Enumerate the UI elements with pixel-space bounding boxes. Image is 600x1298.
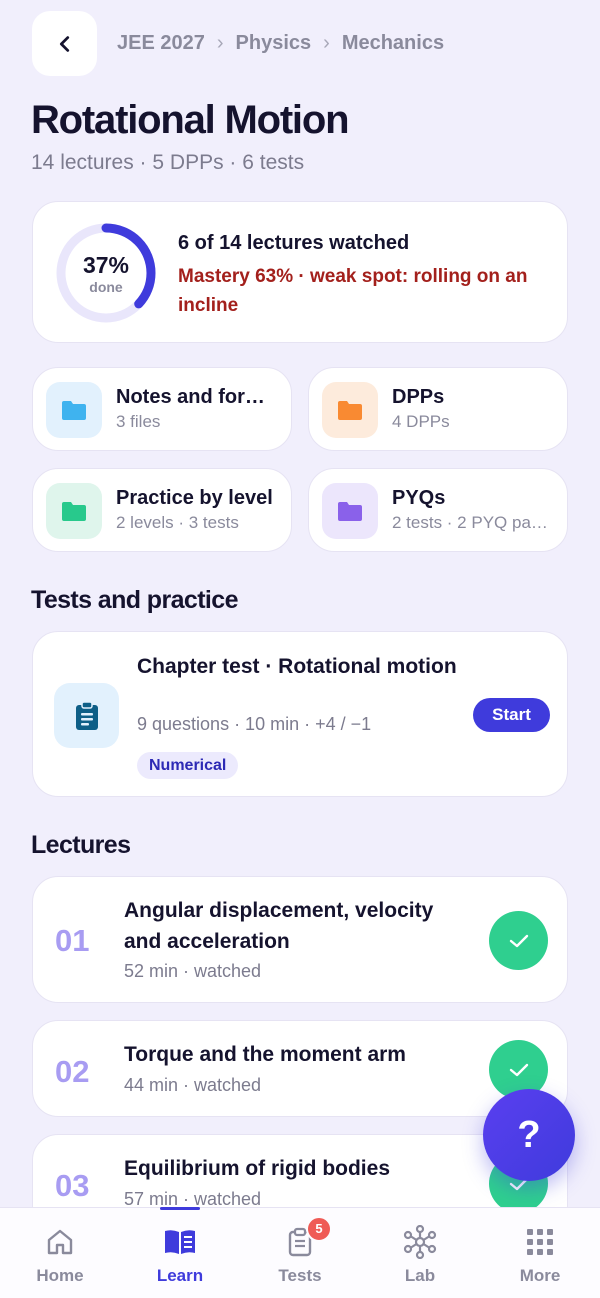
lecture-title: Torque and the moment arm xyxy=(124,1043,406,1066)
test-tag: Numerical xyxy=(137,752,239,779)
tests-section-heading: Tests and practice xyxy=(31,586,238,614)
resource-name: PYQs xyxy=(392,487,446,509)
lectures-section-heading: Lectures xyxy=(31,831,131,859)
nav-lab[interactable]: Lab xyxy=(360,1208,480,1298)
progress-done-label: done xyxy=(89,279,123,295)
book-icon xyxy=(162,1224,198,1260)
nav-tests[interactable]: 5 Tests xyxy=(240,1208,360,1298)
lecture-number: 01 xyxy=(55,923,90,958)
back-button[interactable] xyxy=(32,11,97,76)
test-meta: 9 questions · 10 min · +4 / −1 xyxy=(137,714,372,734)
resource-tile-practice[interactable]: Practice by level 2 levels · 3 tests xyxy=(32,468,292,552)
check-icon xyxy=(489,911,548,970)
resource-sub: 2 levels · 3 tests xyxy=(116,513,239,532)
breadcrumb: JEE 2027 › Physics › Mechanics xyxy=(117,30,444,56)
breadcrumb-unit[interactable]: Mechanics xyxy=(342,32,444,55)
grid-icon xyxy=(522,1224,558,1260)
progress-card: 37% done 6 of 14 lectures watched Master… xyxy=(32,201,568,343)
folder-icon xyxy=(322,382,378,438)
resource-tile-dpps[interactable]: DPPs 4 DPPs xyxy=(308,367,568,451)
folder-icon xyxy=(46,382,102,438)
clipboard-icon xyxy=(54,683,119,748)
nav-more[interactable]: More xyxy=(480,1208,600,1298)
help-fab-button[interactable]: ? xyxy=(483,1089,575,1181)
nav-home[interactable]: Home xyxy=(0,1208,120,1298)
progress-percent: 37% xyxy=(82,252,130,278)
resource-sub: 4 DPPs xyxy=(392,412,450,431)
chevron-right-icon: › xyxy=(323,31,330,54)
nav-label: Home xyxy=(36,1266,84,1285)
molecule-icon xyxy=(402,1224,438,1260)
nav-label: Lab xyxy=(404,1266,436,1285)
start-test-button[interactable]: Start xyxy=(473,698,550,732)
resource-tile-pyqs[interactable]: PYQs 2 tests · 2 PYQ papers xyxy=(308,468,568,552)
lecture-item[interactable]: 02 Torque and the moment arm 44 min · wa… xyxy=(32,1020,568,1117)
nav-learn[interactable]: Learn xyxy=(120,1207,240,1298)
lecture-number: 03 xyxy=(55,1168,90,1203)
lecture-meta: 44 min · watched xyxy=(124,1075,262,1095)
nav-label: Tests xyxy=(278,1266,322,1285)
lecture-meta: 57 min · watched xyxy=(124,1189,262,1207)
lectures-watched-text: 6 of 14 lectures watched xyxy=(178,232,410,254)
folder-icon xyxy=(46,483,102,539)
breadcrumb-exam[interactable]: JEE 2027 xyxy=(117,32,205,55)
resource-name: DPPs xyxy=(392,386,445,408)
lecture-meta: 52 min · watched xyxy=(124,961,262,981)
resource-name: Practice by level xyxy=(116,487,273,509)
lecture-item[interactable]: 01 Angular displacement, velocity and ac… xyxy=(32,876,568,1003)
chevron-left-icon xyxy=(59,35,69,52)
resource-sub: 2 tests · 2 PYQ papers xyxy=(392,513,557,532)
nav-label: Learn xyxy=(156,1266,204,1285)
tests-badge: 5 xyxy=(306,1216,332,1242)
resource-name: Notes and formula sheets xyxy=(116,386,281,408)
chevron-right-icon: › xyxy=(216,31,224,54)
nav-label: More xyxy=(519,1266,561,1285)
question-mark-icon: ? xyxy=(517,1113,541,1156)
mastery-text: Mastery 63% · weak spot: rolling on an i… xyxy=(178,266,528,316)
resource-tile-notes[interactable]: Notes and formula sheets 3 files xyxy=(32,367,292,451)
breadcrumb-subject[interactable]: Physics xyxy=(236,32,312,55)
folder-icon xyxy=(322,483,378,539)
active-indicator xyxy=(160,1207,200,1210)
lecture-title: Equilibrium of rigid bodies xyxy=(124,1157,390,1180)
main-scroll[interactable]: JEE 2027 › Physics › Mechanics Rotationa… xyxy=(0,0,600,1207)
resource-sub: 3 files xyxy=(116,412,161,431)
lecture-title: Angular displacement, velocity and accel… xyxy=(124,899,434,953)
page-title: Rotational Motion xyxy=(31,98,350,142)
lecture-number: 02 xyxy=(55,1054,90,1089)
bottom-nav: Home Learn 5 Tests Lab More xyxy=(0,1207,600,1298)
page-subtitle: 14 lectures · 5 DPPs · 6 tests xyxy=(31,151,305,174)
chapter-test-card[interactable]: Chapter test · Rotational motion 9 quest… xyxy=(32,631,568,797)
home-icon xyxy=(42,1224,78,1260)
test-title: Chapter test · Rotational motion xyxy=(137,655,457,678)
